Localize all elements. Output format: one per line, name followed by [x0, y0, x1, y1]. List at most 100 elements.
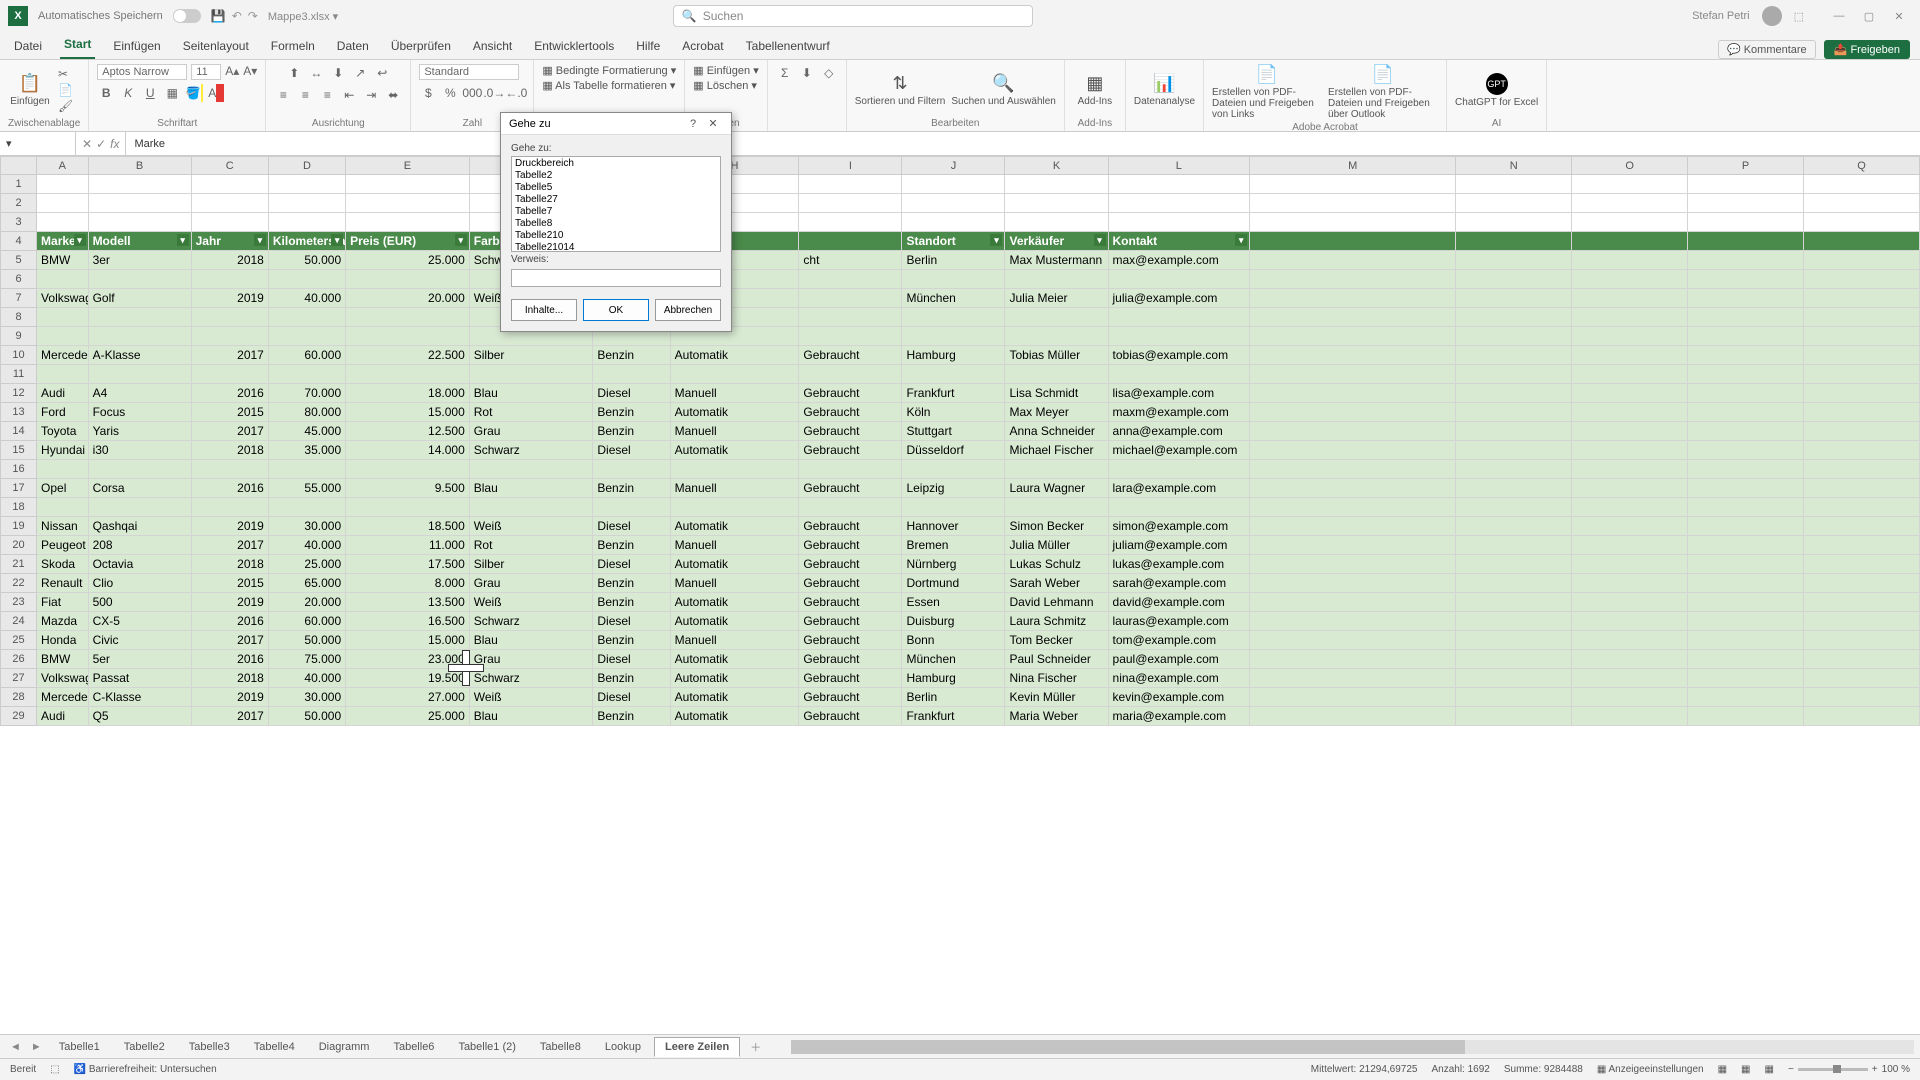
cell[interactable]: 2017	[191, 536, 268, 555]
cell[interactable]: Duisburg	[902, 612, 1005, 631]
row-header[interactable]: 29	[1, 707, 37, 726]
filter-dropdown-icon[interactable]: ▾	[177, 234, 189, 246]
cell[interactable]	[1688, 707, 1804, 726]
cell[interactable]: Gebraucht	[799, 441, 902, 460]
cell[interactable]	[1688, 536, 1804, 555]
font-size-select[interactable]	[191, 64, 221, 80]
cell[interactable]: 25.000	[268, 555, 345, 574]
cell[interactable]	[1250, 346, 1456, 365]
cell[interactable]: 15.000	[346, 631, 470, 650]
cell[interactable]	[1688, 669, 1804, 688]
cell[interactable]: Gebraucht	[799, 403, 902, 422]
table-header-cell[interactable]: Kilometerstand▾	[268, 232, 345, 251]
cancel-formula-icon[interactable]: ✕	[82, 137, 92, 151]
cell[interactable]: 17.500	[346, 555, 470, 574]
cell[interactable]: Simon Becker	[1005, 517, 1108, 536]
indent-inc-icon[interactable]: ⇥	[362, 86, 380, 104]
cell[interactable]	[1803, 422, 1919, 441]
goto-list-item[interactable]: Tabelle5	[513, 182, 719, 194]
cell[interactable]	[1572, 289, 1688, 308]
row-header[interactable]: 6	[1, 270, 37, 289]
cell[interactable]: Automatik	[670, 612, 799, 631]
cell[interactable]: Anna Schneider	[1005, 422, 1108, 441]
cell[interactable]	[1688, 365, 1804, 384]
cell[interactable]	[346, 308, 470, 327]
tab-entwicklertools[interactable]: Entwicklertools	[530, 35, 618, 59]
cell[interactable]: Focus	[88, 403, 191, 422]
cell[interactable]: Hamburg	[902, 669, 1005, 688]
cell[interactable]: Manuell	[670, 384, 799, 403]
row-header[interactable]: 24	[1, 612, 37, 631]
cell[interactable]	[268, 498, 345, 517]
column-header[interactable]: C	[191, 157, 268, 175]
add-sheet-button[interactable]: ＋	[742, 1039, 769, 1055]
cell[interactable]: 2019	[191, 688, 268, 707]
tab-start[interactable]: Start	[60, 33, 95, 59]
cell[interactable]: Diesel	[593, 384, 670, 403]
cell[interactable]	[1250, 669, 1456, 688]
column-header[interactable]: B	[88, 157, 191, 175]
cell[interactable]	[1803, 365, 1919, 384]
tab-einfügen[interactable]: Einfügen	[109, 35, 164, 59]
cell[interactable]	[1108, 213, 1250, 232]
cell[interactable]: 50.000	[268, 631, 345, 650]
cell[interactable]	[268, 308, 345, 327]
cell[interactable]: David Lehmann	[1005, 593, 1108, 612]
cell[interactable]	[1688, 555, 1804, 574]
sheet-tab[interactable]: Tabelle8	[529, 1037, 592, 1057]
row-header[interactable]: 15	[1, 441, 37, 460]
copy-icon[interactable]: 📄	[58, 83, 73, 97]
cell[interactable]	[37, 194, 89, 213]
cell[interactable]: 2019	[191, 517, 268, 536]
row-header[interactable]: 16	[1, 460, 37, 479]
cell[interactable]	[1803, 479, 1919, 498]
conditional-format-button[interactable]: ▦ Bedingte Formatierung ▾	[542, 64, 676, 77]
cell[interactable]: Grau	[469, 574, 593, 593]
row-header[interactable]: 8	[1, 308, 37, 327]
cell[interactable]: Paul Schneider	[1005, 650, 1108, 669]
cell[interactable]: Blau	[469, 479, 593, 498]
cancel-button[interactable]: Abbrechen	[655, 299, 721, 321]
cell[interactable]	[1456, 384, 1572, 403]
goto-list-item[interactable]: Druckbereich	[513, 158, 719, 170]
cell[interactable]	[1456, 574, 1572, 593]
align-top-icon[interactable]: ⬆	[285, 64, 303, 82]
tab-tabellenentwurf[interactable]: Tabellenentwurf	[742, 35, 834, 59]
cell[interactable]	[1572, 555, 1688, 574]
cell[interactable]: Diesel	[593, 612, 670, 631]
row-header[interactable]: 20	[1, 536, 37, 555]
goto-list-item[interactable]: Tabelle8	[513, 218, 719, 230]
cell[interactable]	[1572, 631, 1688, 650]
cell[interactable]: lauras@example.com	[1108, 612, 1250, 631]
cell[interactable]	[1005, 327, 1108, 346]
cell[interactable]	[1572, 327, 1688, 346]
cell[interactable]: BMW	[37, 251, 89, 270]
cell[interactable]: i30	[88, 441, 191, 460]
comma-icon[interactable]: 000	[463, 84, 481, 102]
cell[interactable]: München	[902, 650, 1005, 669]
cell[interactable]: 2015	[191, 403, 268, 422]
cell[interactable]: Frankfurt	[902, 384, 1005, 403]
cell[interactable]	[1456, 612, 1572, 631]
cell[interactable]	[191, 498, 268, 517]
cell[interactable]	[1250, 365, 1456, 384]
cell[interactable]: Weiß	[469, 688, 593, 707]
cell[interactable]: Max Mustermann	[1005, 251, 1108, 270]
filter-dropdown-icon[interactable]: ▾	[1094, 234, 1106, 246]
cell[interactable]	[268, 213, 345, 232]
cell[interactable]	[1250, 707, 1456, 726]
bold-icon[interactable]: B	[97, 84, 115, 102]
cell[interactable]	[1250, 650, 1456, 669]
cell[interactable]	[1250, 688, 1456, 707]
chatgpt-button[interactable]: GPTChatGPT for Excel	[1455, 73, 1538, 108]
cell[interactable]	[1108, 365, 1250, 384]
fill-color-icon[interactable]: 🪣	[185, 84, 203, 102]
cell[interactable]: Blau	[469, 384, 593, 403]
column-header[interactable]: M	[1250, 157, 1456, 175]
cell[interactable]	[1456, 327, 1572, 346]
cell[interactable]	[37, 213, 89, 232]
row-header[interactable]: 18	[1, 498, 37, 517]
cell[interactable]	[1456, 650, 1572, 669]
cell[interactable]	[1108, 498, 1250, 517]
cell[interactable]: Grau	[469, 650, 593, 669]
